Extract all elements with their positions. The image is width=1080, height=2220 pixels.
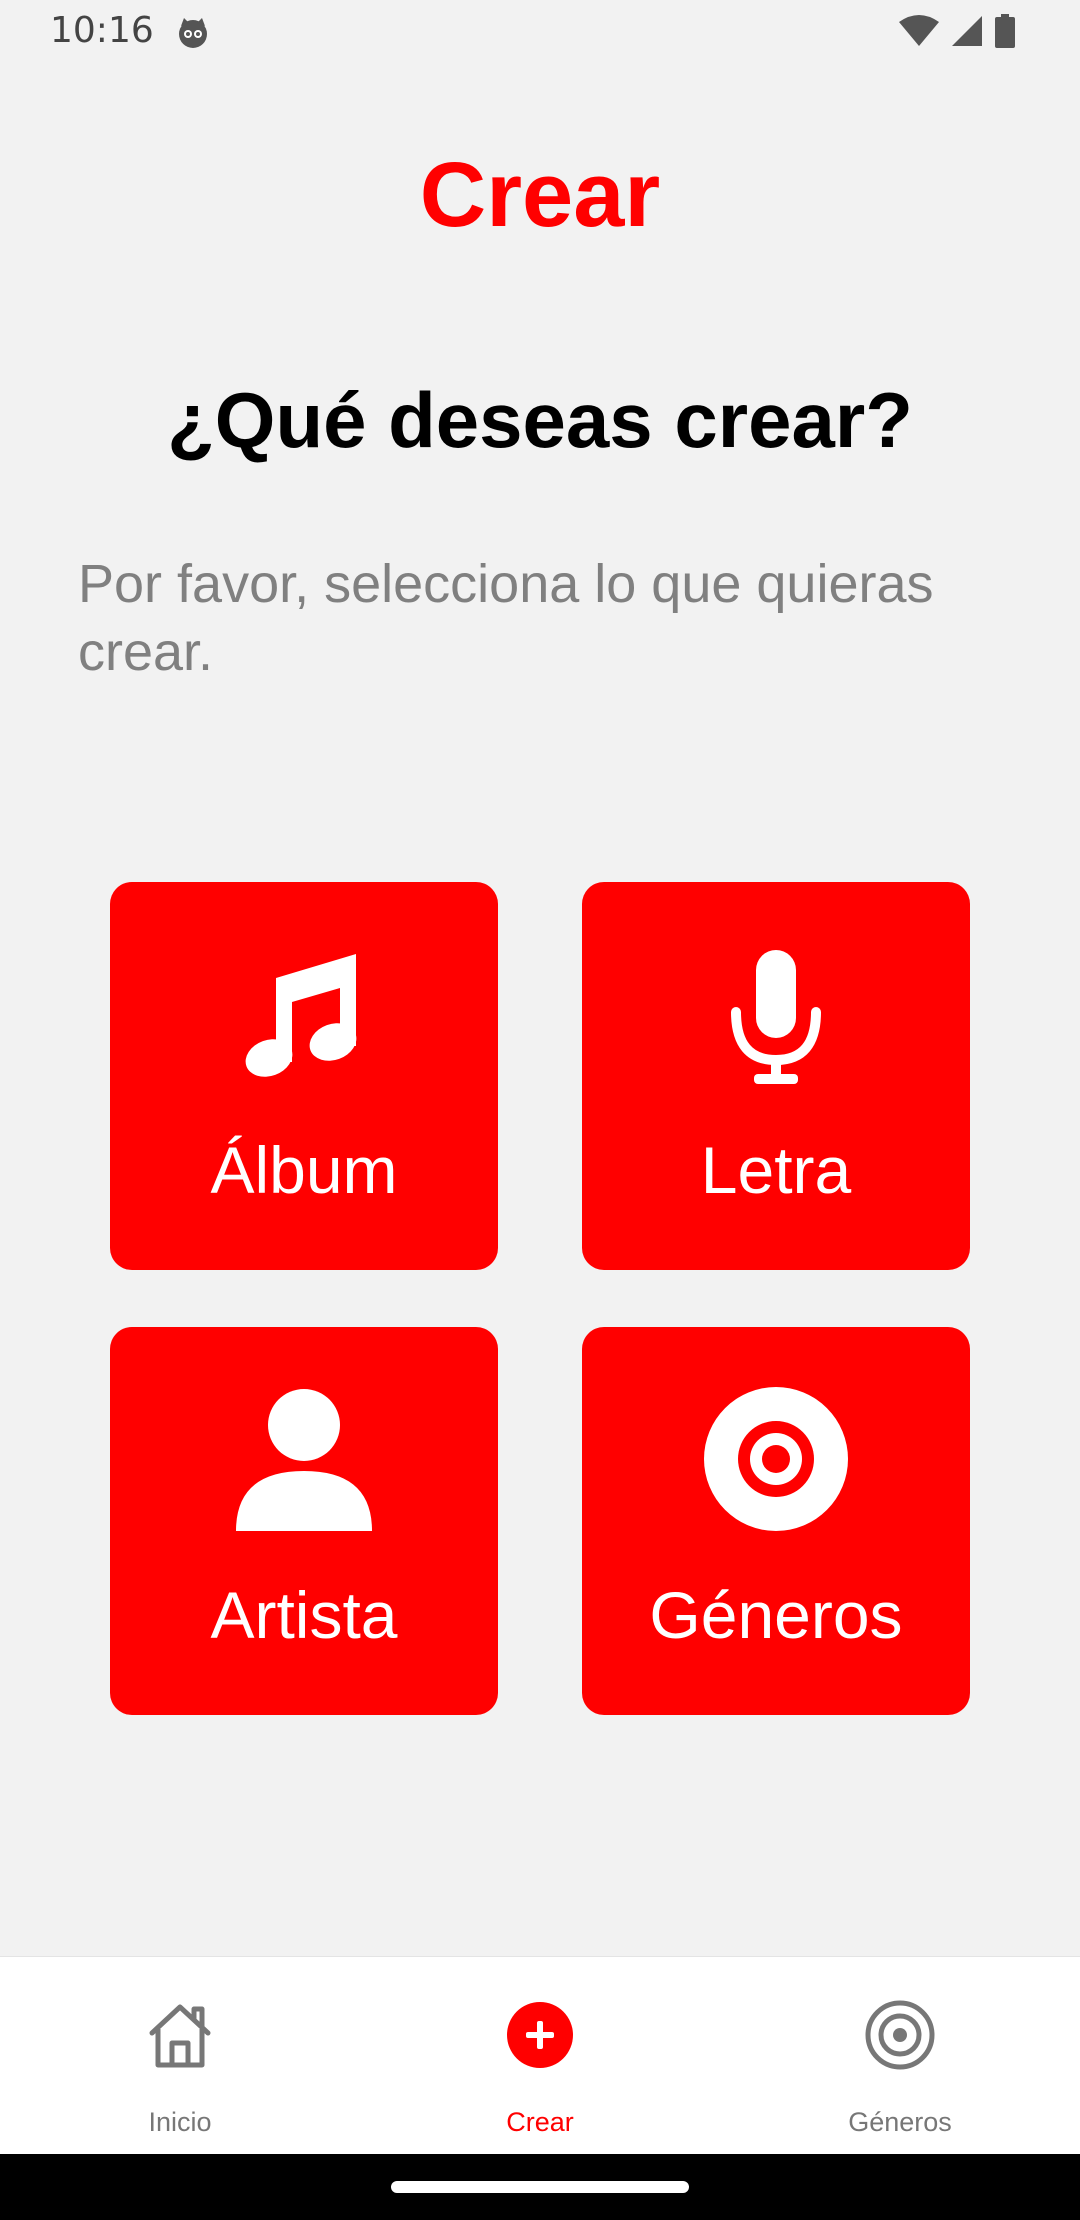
signal-icon — [950, 14, 984, 53]
battery-icon — [994, 14, 1016, 53]
wifi-icon — [898, 14, 940, 53]
instructions-text: Por favor, selecciona lo que quieras cre… — [78, 554, 934, 682]
system-navigation-bar — [0, 2154, 1080, 2220]
nav-item-crear[interactable]: Crear — [360, 1957, 720, 2155]
page-title: Crear — [419, 144, 661, 246]
home-gesture-handle[interactable] — [391, 2181, 689, 2193]
status-time: 10:16 — [50, 10, 154, 51]
nav-item-generos[interactable]: Géneros — [720, 1957, 1080, 2155]
nav-label-generos: Géneros — [848, 2107, 952, 2137]
bottom-navigation: Inicio Crear Géneros — [0, 1956, 1080, 2155]
status-bar: 10:16 — [0, 0, 1080, 66]
letra-label: Letra — [700, 1133, 852, 1207]
nav-label-inicio: Inicio — [148, 2107, 212, 2137]
status-icons — [898, 14, 1016, 53]
plus-circle-icon — [504, 1999, 576, 2071]
target-icon — [864, 1999, 936, 2071]
person-icon — [232, 1387, 376, 1531]
nav-item-inicio[interactable]: Inicio — [0, 1957, 360, 2155]
question-heading: ¿Qué deseas crear? — [167, 376, 913, 464]
artista-button[interactable]: Artista — [110, 1327, 498, 1715]
cat-app-icon — [176, 16, 210, 50]
music-note-icon — [232, 942, 376, 1086]
generos-button[interactable]: Géneros — [582, 1327, 970, 1715]
album-label: Álbum — [210, 1133, 398, 1207]
generos-label: Géneros — [649, 1578, 903, 1652]
album-button[interactable]: Álbum — [110, 882, 498, 1270]
artista-label: Artista — [210, 1578, 398, 1652]
microphone-icon — [704, 942, 848, 1086]
nav-label-crear: Crear — [506, 2107, 574, 2137]
home-icon — [144, 1999, 216, 2071]
letra-button[interactable]: Letra — [582, 882, 970, 1270]
target-icon — [704, 1387, 848, 1531]
